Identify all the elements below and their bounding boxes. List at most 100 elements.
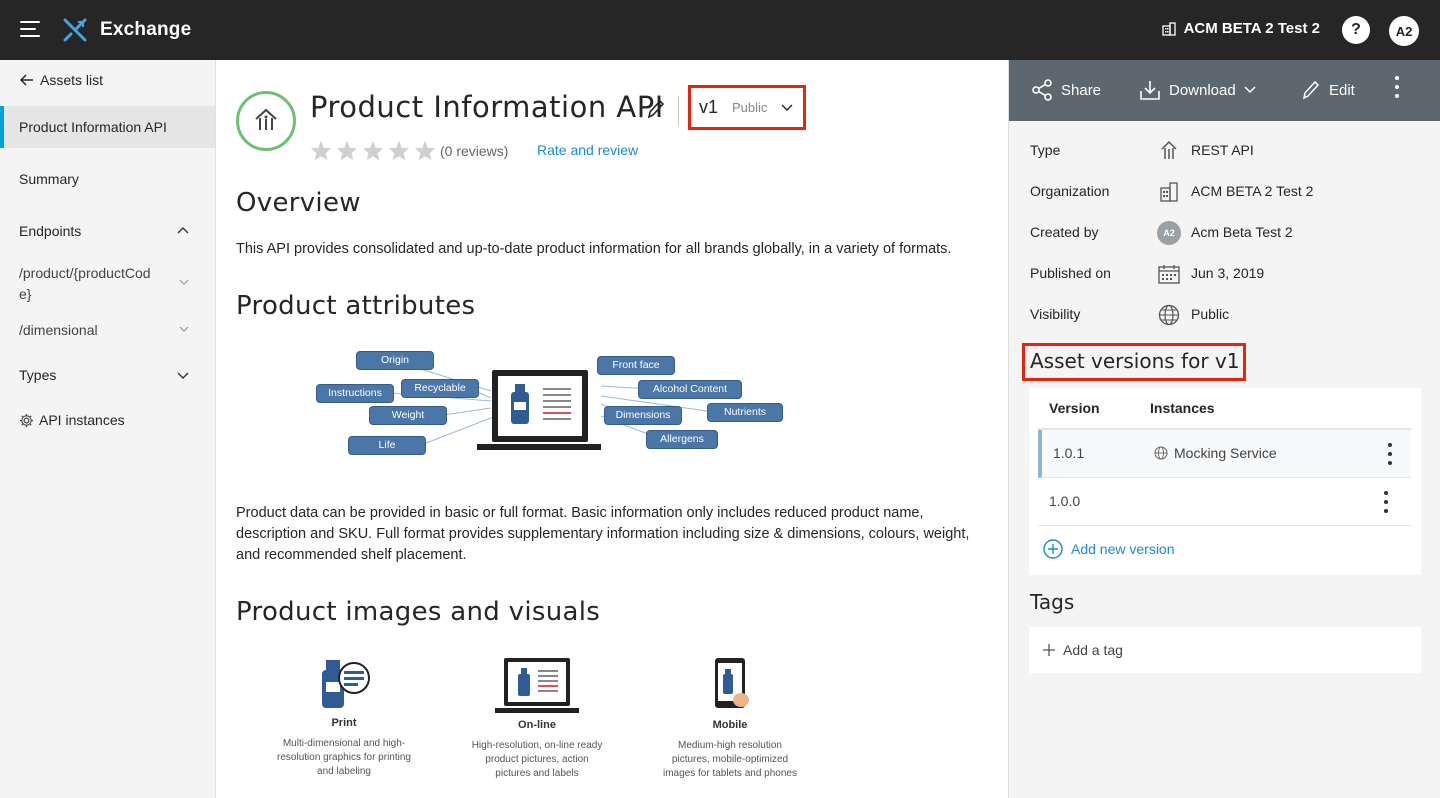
rest-api-icon bbox=[1157, 139, 1181, 163]
menu-icon[interactable] bbox=[20, 21, 40, 39]
row-menu-icon[interactable] bbox=[1383, 491, 1389, 515]
main-content: Product Information API v1 Public (0 rev… bbox=[216, 60, 1008, 798]
building-icon bbox=[1157, 180, 1181, 204]
attribute-pill: Dimensions bbox=[604, 406, 682, 425]
rate-and-review-link[interactable]: Rate and review bbox=[537, 142, 638, 158]
sidebar-item-summary[interactable]: Summary bbox=[19, 171, 79, 187]
media-desc: High-resolution, on-line ready product p… bbox=[471, 740, 603, 779]
version-number[interactable]: 1.0.1 bbox=[1053, 445, 1084, 461]
add-new-version-button[interactable]: Add new version bbox=[1043, 539, 1175, 559]
plus-circle-icon bbox=[1043, 539, 1063, 559]
laptop-illustration-icon bbox=[495, 658, 579, 713]
title-divider bbox=[678, 96, 679, 126]
attribute-pill: Instructions bbox=[316, 384, 394, 403]
asset-versions-heading: Asset versions for v1 bbox=[1022, 343, 1247, 381]
attribute-pill: Recyclable bbox=[401, 379, 479, 398]
chevron-down-icon[interactable] bbox=[177, 372, 189, 380]
chevron-down-icon bbox=[781, 104, 793, 111]
media-title: On-line bbox=[518, 719, 556, 731]
org-label: Organization bbox=[1030, 183, 1110, 199]
attribute-pill: Life bbox=[348, 436, 426, 455]
media-online: On-line High-resolution, on-line ready p… bbox=[457, 656, 617, 781]
visibility-value: Public bbox=[1191, 306, 1230, 322]
published-label: Published on bbox=[1030, 265, 1111, 281]
created-by-label: Created by bbox=[1030, 224, 1099, 240]
right-panel: Share Download Edit Type REST API Organi… bbox=[1008, 60, 1440, 798]
attribute-pill: Front face bbox=[597, 356, 675, 375]
calendar-icon bbox=[1157, 262, 1181, 286]
org-switcher[interactable]: ACM BETA 2 Test 2 bbox=[1161, 20, 1320, 37]
exchange-logo-icon[interactable] bbox=[62, 17, 88, 43]
creator-avatar: A2 bbox=[1157, 221, 1181, 245]
tags-heading: Tags bbox=[1030, 590, 1075, 614]
globe-icon bbox=[1154, 446, 1168, 460]
sidebar-item-asset[interactable]: Product Information API bbox=[0, 106, 215, 148]
more-actions-icon[interactable] bbox=[1394, 76, 1400, 104]
laptop-illustration bbox=[477, 370, 601, 450]
asset-actions-bar: Share Download Edit bbox=[1009, 60, 1440, 121]
org-value: ACM BETA 2 Test 2 bbox=[1191, 183, 1314, 199]
share-icon bbox=[1032, 79, 1052, 101]
overview-text: This API provides consolidated and up-to… bbox=[236, 241, 952, 257]
asset-icon bbox=[236, 91, 296, 151]
version-row[interactable]: 1.0.1 Mocking Service bbox=[1038, 430, 1411, 478]
row-menu-icon[interactable] bbox=[1387, 443, 1393, 467]
star-icon[interactable] bbox=[362, 140, 384, 161]
top-bar: Exchange ACM BETA 2 Test 2 ? A2 bbox=[0, 0, 1440, 60]
images-heading: Product images and visuals bbox=[236, 597, 601, 627]
media-title: Mobile bbox=[712, 719, 748, 731]
sidebar-endpoint-product[interactable]: /product/{productCod e} bbox=[19, 263, 169, 305]
download-button[interactable]: Download bbox=[1139, 79, 1256, 101]
star-icon[interactable] bbox=[414, 140, 436, 161]
star-icon[interactable] bbox=[310, 140, 332, 161]
back-to-assets-link[interactable]: Assets list bbox=[20, 72, 103, 88]
media-desc: Multi-dimensional and high- resolution g… bbox=[277, 738, 411, 777]
version-number[interactable]: 1.0.0 bbox=[1049, 493, 1080, 509]
created-by-value: Acm Beta Test 2 bbox=[1191, 224, 1293, 240]
instances-column-header: Instances bbox=[1150, 400, 1215, 416]
published-value: Jun 3, 2019 bbox=[1191, 265, 1265, 281]
version-row[interactable]: 1.0.0 bbox=[1038, 478, 1411, 526]
share-button[interactable]: Share bbox=[1031, 79, 1101, 101]
download-icon bbox=[1140, 81, 1160, 100]
star-icon[interactable] bbox=[336, 140, 358, 161]
media-title: Print bbox=[331, 717, 357, 729]
globe-icon bbox=[1157, 303, 1181, 327]
edit-title-icon[interactable] bbox=[646, 98, 666, 120]
back-label: Assets list bbox=[40, 72, 104, 88]
help-button[interactable]: ? bbox=[1342, 16, 1370, 44]
visibility-label: Public bbox=[732, 100, 768, 115]
rest-api-icon bbox=[255, 108, 277, 130]
print-illustration-icon bbox=[322, 660, 370, 708]
attribute-pill: Nutrients bbox=[707, 403, 783, 422]
user-avatar[interactable]: A2 bbox=[1389, 16, 1419, 46]
media-print: Print Multi-dimensional and high- resolu… bbox=[264, 656, 424, 779]
star-icon[interactable] bbox=[388, 140, 410, 161]
sidebar-item-types[interactable]: Types bbox=[19, 367, 56, 383]
sidebar-endpoint-dimensional[interactable]: /dimensional bbox=[19, 322, 98, 338]
chevron-down-icon[interactable] bbox=[179, 279, 189, 286]
plus-icon bbox=[1043, 644, 1055, 656]
version-selector[interactable]: v1 Public bbox=[688, 85, 806, 130]
edit-button[interactable]: Edit bbox=[1301, 79, 1355, 101]
rating: (0 reviews) bbox=[310, 140, 508, 161]
attribute-pill: Weight bbox=[369, 406, 447, 425]
media-mobile: Mobile Medium-high resolution pictures, … bbox=[650, 656, 810, 781]
gear-icon bbox=[19, 413, 34, 427]
chevron-down-icon[interactable] bbox=[179, 326, 189, 333]
add-tag-button[interactable]: Add a tag bbox=[1029, 627, 1421, 673]
attribute-pill: Origin bbox=[356, 351, 434, 370]
app-name[interactable]: Exchange bbox=[100, 19, 191, 41]
reviews-count: (0 reviews) bbox=[440, 142, 509, 159]
pencil-icon bbox=[1302, 80, 1320, 100]
version-column-header: Version bbox=[1049, 400, 1100, 416]
overview-heading: Overview bbox=[236, 188, 361, 218]
chevron-up-icon[interactable] bbox=[177, 226, 189, 234]
version-label: v1 bbox=[699, 97, 719, 117]
type-value: REST API bbox=[1191, 142, 1254, 158]
type-label: Type bbox=[1030, 142, 1061, 158]
sidebar-item-api-instances[interactable]: API instances bbox=[19, 412, 125, 428]
versions-table: Version Instances 1.0.1 Mocking Service … bbox=[1029, 388, 1421, 575]
instance-link[interactable]: Mocking Service bbox=[1154, 445, 1277, 461]
sidebar-item-endpoints[interactable]: Endpoints bbox=[19, 223, 81, 239]
